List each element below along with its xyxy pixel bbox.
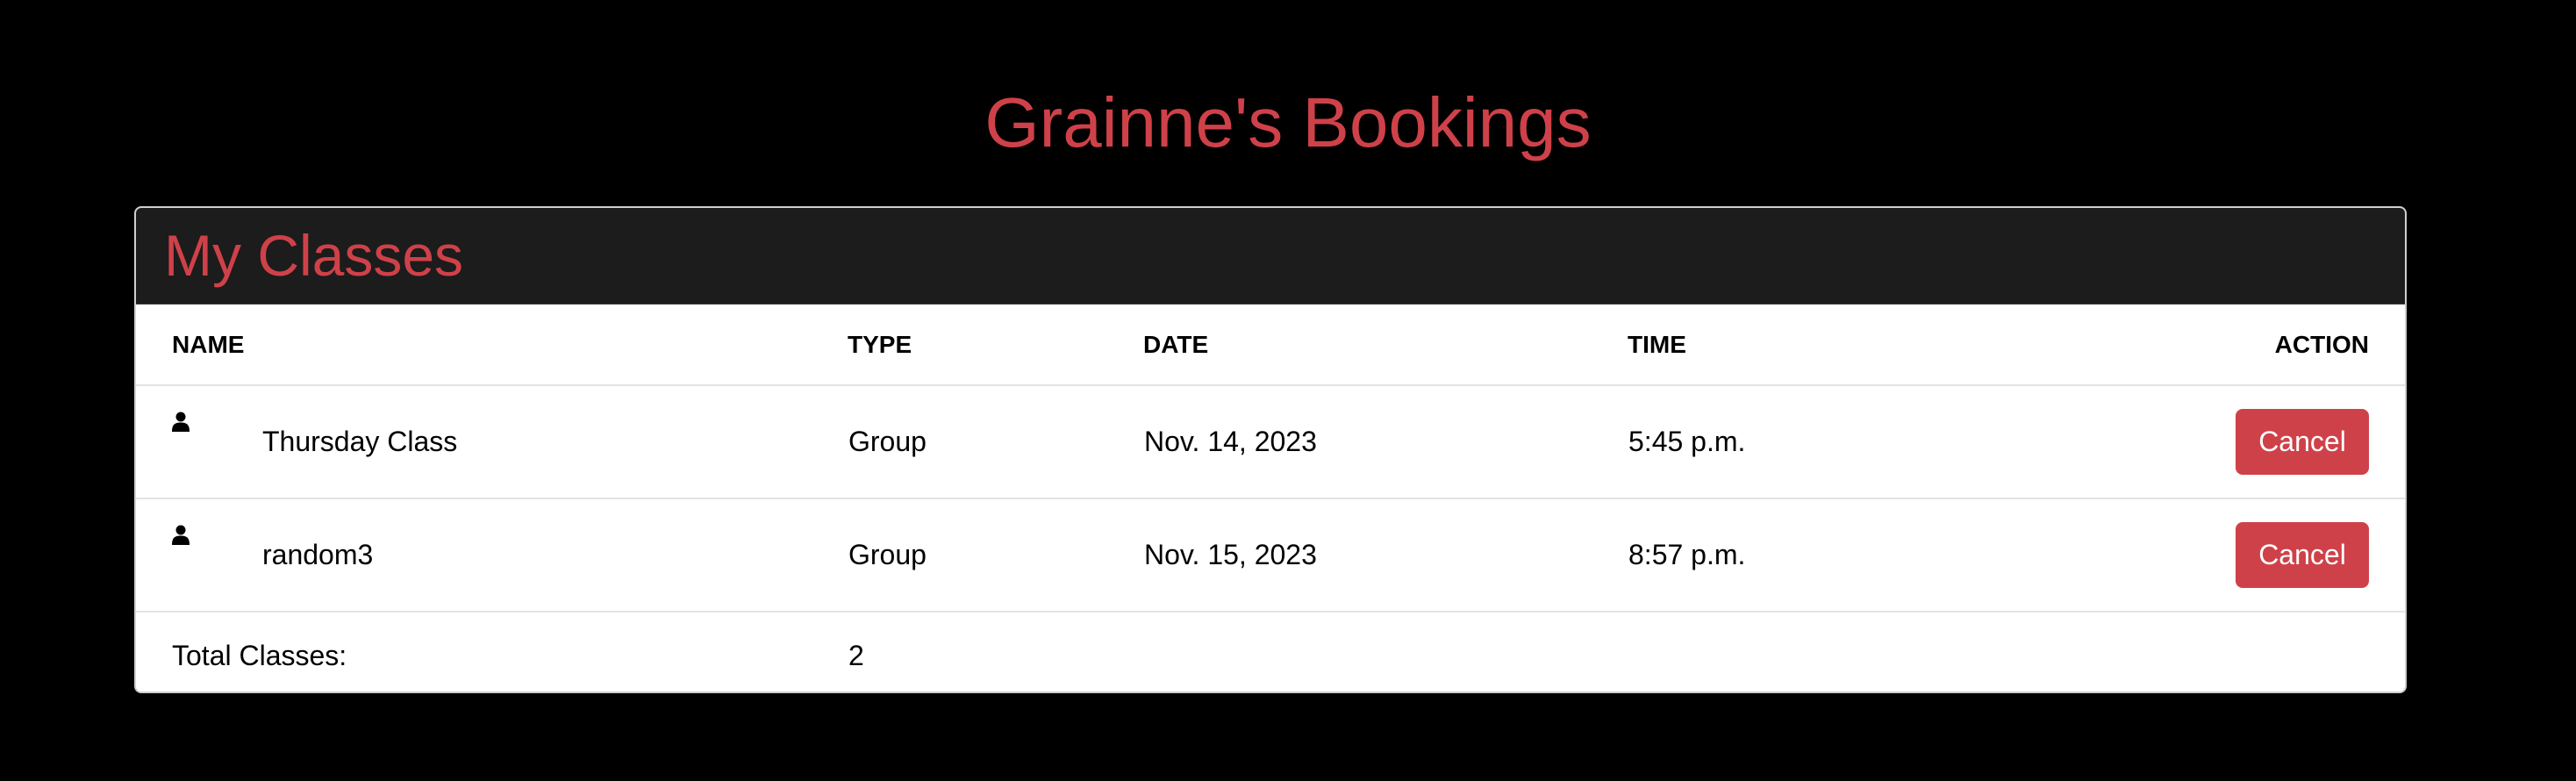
column-header-type: TYPE (848, 305, 1143, 386)
class-type: Group (848, 385, 1143, 499)
class-date: Nov. 15, 2023 (1143, 498, 1628, 613)
class-name: Thursday Class (262, 426, 458, 457)
cancel-button[interactable]: Cancel (2236, 522, 2369, 588)
column-header-name: NAME (136, 305, 848, 386)
column-header-action: ACTION (1979, 305, 2405, 386)
class-type: Group (848, 498, 1143, 613)
classes-card: My Classes NAME TYPE DATE TIME ACTION Th… (134, 206, 2407, 693)
user-icon (172, 525, 190, 545)
page-title: Grainne's Bookings (984, 83, 1592, 161)
table-header-row: NAME TYPE DATE TIME ACTION (136, 305, 2405, 386)
classes-table: NAME TYPE DATE TIME ACTION Thursday Clas… (136, 305, 2405, 691)
user-icon (172, 412, 190, 432)
cancel-button[interactable]: Cancel (2236, 409, 2369, 475)
column-header-time: TIME (1628, 305, 1979, 386)
class-time: 5:45 p.m. (1628, 385, 1979, 499)
table-row: random3 Group Nov. 15, 2023 8:57 p.m. Ca… (136, 498, 2405, 613)
name-cell: random3 (136, 498, 848, 613)
column-header-date: DATE (1143, 305, 1628, 386)
class-time: 8:57 p.m. (1628, 498, 1979, 613)
name-cell: Thursday Class (136, 385, 848, 499)
action-cell: Cancel (1979, 385, 2405, 499)
total-count: 2 (848, 640, 864, 671)
card-header: My Classes (136, 208, 2405, 305)
class-name: random3 (262, 539, 374, 570)
table-row: Thursday Class Group Nov. 14, 2023 5:45 … (136, 385, 2405, 499)
class-date: Nov. 14, 2023 (1143, 385, 1628, 499)
total-row: Total Classes: 2 (136, 612, 2405, 691)
card-title: My Classes (164, 223, 464, 288)
action-cell: Cancel (1979, 498, 2405, 613)
total-label: Total Classes: (172, 640, 347, 671)
